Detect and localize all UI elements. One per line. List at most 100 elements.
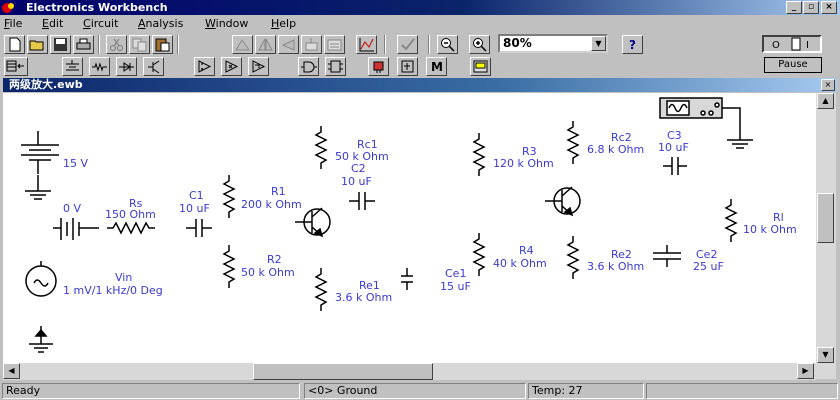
transistor-t2[interactable] [545,186,581,217]
zoom-select[interactable]: 80% ▼ [498,34,608,53]
svg-text:O: O [772,40,780,51]
parts-bin-button[interactable] [4,57,28,76]
flip-horizontal-button[interactable] [255,35,276,54]
capacitor-c1[interactable] [186,219,212,237]
capacitor-c2[interactable] [349,192,375,210]
r3-value-label: 120 k Ohm [493,157,554,170]
paste-button[interactable] [152,35,173,54]
resistor-rs[interactable] [107,221,155,235]
battery-15v[interactable] [21,131,59,174]
save-disk-icon [54,38,67,51]
ground-symbol[interactable] [29,326,53,353]
horizontal-scroll-thumb[interactable] [253,363,433,380]
vertical-scroll-thumb[interactable] [817,193,834,243]
battery-icon [66,60,79,71]
resistor-r4[interactable] [472,233,486,276]
rotate-button[interactable] [232,35,253,54]
resistor-re1[interactable] [314,268,328,311]
print-button[interactable] [73,35,94,54]
graph-icon [359,38,374,52]
c1-value-label: 10 uF [179,202,210,215]
vertical-scrollbar[interactable]: ▲ ▼ [816,93,836,379]
menu-file[interactable]: File [4,16,22,32]
horizontal-scrollbar[interactable]: ◀ ▶ [3,363,816,380]
resistor-r2[interactable] [222,245,236,288]
graph-button[interactable] [356,35,377,54]
status-temperature: Temp: 27 [528,383,644,399]
digital-ic-icon [252,60,266,73]
capacitor-c3[interactable] [663,157,687,175]
new-file-button[interactable] [4,35,25,54]
transistors-bin-button[interactable] [143,57,164,76]
miscellaneous-bin-button[interactable]: M [426,57,447,76]
help-button[interactable]: ? [622,35,643,54]
circuit-schematic: 15 V 0 V Rs 150 Ohm C1 10 uF R1 200 k Oh… [21,97,797,353]
diodes-bin-button[interactable] [116,57,137,76]
resistor-re2[interactable] [566,236,580,279]
indicators-bin-button[interactable] [368,57,389,76]
schematic-canvas[interactable]: 15 V 0 V Rs 150 Ohm C1 10 uF R1 200 k Oh… [3,93,816,363]
chevron-down-icon[interactable]: ▼ [591,36,606,51]
open-file-button[interactable] [27,35,48,54]
menu-window-label: indow [215,17,249,30]
capacitor-ce1[interactable] [401,268,413,290]
component-properties-icon [305,38,318,51]
resistor-rl[interactable] [724,199,738,242]
basic-bin-button[interactable] [89,57,110,76]
zoom-out-button[interactable] [437,35,458,54]
cut-button[interactable] [106,35,127,54]
controls-bin-button[interactable] [397,57,418,76]
mixed-ic-bin-button[interactable] [221,57,242,76]
menu-window[interactable]: Window [205,16,248,32]
transistor-t1[interactable] [295,207,331,238]
re1-value-label: 3.6 k Ohm [335,291,392,304]
menu-analysis[interactable]: Analysis [138,16,183,32]
open-folder-icon [29,40,44,51]
menu-circuit-label: ircuit [90,17,119,30]
save-file-button[interactable] [50,35,71,54]
component-properties-button[interactable] [301,35,322,54]
resistor-r1[interactable] [222,175,236,218]
menu-help[interactable]: Help [271,16,296,32]
instruments-bin-button[interactable] [470,57,491,76]
battery-0v[interactable] [53,218,99,240]
battery-0v-label: 0 V [63,202,81,215]
resistor-rc2[interactable] [566,121,580,164]
digital-bin-button[interactable] [325,57,346,76]
ground-symbol[interactable] [25,175,51,200]
power-switch-icon: O I [772,37,809,51]
logic-gates-bin-button[interactable] [298,57,319,76]
mixed-ic-icon [225,60,239,73]
resistor-rc1[interactable] [314,126,328,169]
rc2-value-label: 6.8 k Ohm [587,143,644,156]
scroll-left-icon[interactable]: ◀ [3,363,20,379]
menu-circuit[interactable]: Circuit [83,16,118,32]
power-switch[interactable]: O I [762,35,822,53]
minimize-button[interactable]: _ [786,1,802,14]
copy-button[interactable] [129,35,150,54]
status-empty [646,383,838,399]
resistor-r3[interactable] [472,133,486,176]
rl-value-label: 10 k Ohm [743,223,797,236]
description-button[interactable] [397,35,418,54]
pause-button[interactable]: Pause [764,57,822,73]
capacitor-ce2[interactable] [653,245,681,267]
flip-vertical-button[interactable] [278,35,299,54]
zoom-in-button[interactable] [469,35,490,54]
vin-name-label: Vin [115,271,132,284]
menu-edit[interactable]: Edit [42,16,63,32]
scroll-up-icon[interactable]: ▲ [817,93,834,109]
paste-clipboard-icon [155,38,170,52]
rs-value-label: 150 Ohm [105,208,156,221]
maximize-button[interactable]: ▫ [803,1,819,14]
analog-ic-bin-button[interactable] [194,57,215,76]
scroll-down-icon[interactable]: ▼ [817,347,834,363]
window-title: Electronics Workbench [26,1,168,14]
document-close-button[interactable]: × [821,79,835,91]
ac-source-vin[interactable] [25,261,57,297]
close-button[interactable]: × [821,1,837,14]
sources-bin-button[interactable] [62,57,83,76]
create-subcircuit-button[interactable] [324,35,345,54]
digital-ic-bin-button[interactable] [248,57,269,76]
scroll-right-icon[interactable]: ▶ [797,363,814,379]
